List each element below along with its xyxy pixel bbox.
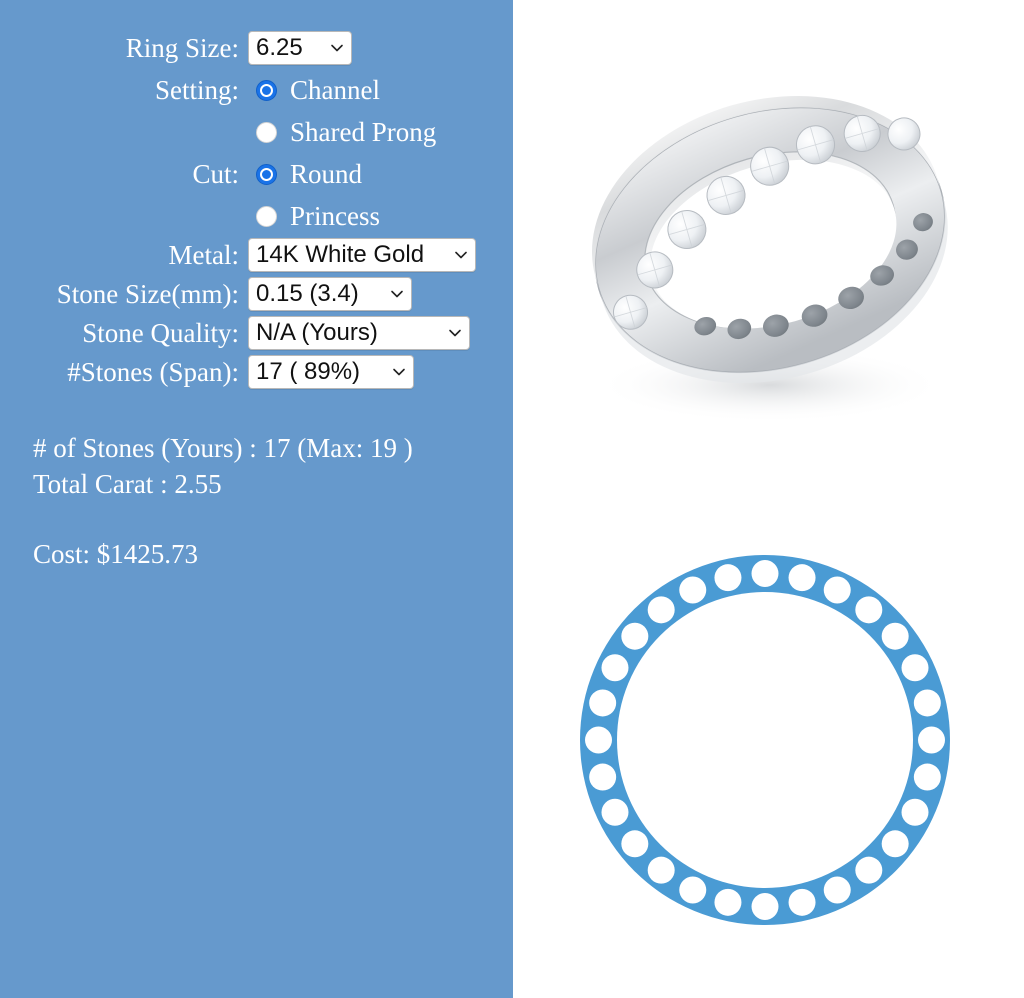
stone-quality-label: Stone Quality: bbox=[82, 318, 239, 348]
stone-size-control: 0.15 (3.4) bbox=[248, 277, 412, 311]
num-stones-select[interactable]: 17 ( 89%) bbox=[248, 355, 414, 389]
diagram-stone-hole bbox=[601, 798, 629, 826]
form-row-cut-princess: Princess bbox=[0, 195, 513, 237]
metal-select[interactable]: 14K White Gold bbox=[248, 238, 476, 272]
diagram-stone-hole bbox=[788, 564, 816, 592]
diagram-stone-hole bbox=[601, 654, 629, 682]
form-row-metal: Metal: 14K White Gold bbox=[0, 237, 513, 273]
chevron-down-icon bbox=[389, 286, 405, 302]
chevron-down-icon bbox=[329, 40, 345, 56]
cut-princess-control[interactable]: Princess bbox=[248, 201, 380, 231]
stone-quality-value: N/A (Yours) bbox=[256, 319, 378, 346]
diagram-stone-hole bbox=[647, 596, 675, 624]
setting-channel-control[interactable]: Channel bbox=[248, 75, 380, 105]
ring-size-value: 6.25 bbox=[256, 34, 303, 61]
stones-count-text: # of Stones (Yours) : 17 (Max: 19 ) bbox=[33, 433, 413, 463]
diagram-stone-hole bbox=[855, 856, 883, 884]
ring-configurator-panel: Ring Size: 6.25 Setting: Channel Shared … bbox=[0, 0, 513, 998]
form-row-num-stones: #Stones (Span): 17 ( 89%) bbox=[0, 354, 513, 390]
ring-diagram-svg bbox=[580, 555, 950, 925]
stone-quality-select[interactable]: N/A (Yours) bbox=[248, 316, 470, 350]
diagram-stone-hole bbox=[647, 856, 675, 884]
stone-quality-control: N/A (Yours) bbox=[248, 316, 470, 350]
radio-unselected-icon-setting-shared-prong[interactable] bbox=[256, 121, 277, 143]
diagram-stone-hole bbox=[585, 726, 612, 754]
diagram-stone-hole bbox=[881, 622, 909, 650]
summary-spacer bbox=[33, 502, 503, 536]
ring-size-label: Ring Size: bbox=[125, 33, 239, 63]
stone-size-select[interactable]: 0.15 (3.4) bbox=[248, 277, 412, 311]
diagram-stone-hole bbox=[918, 726, 945, 754]
form-row-stone-size: Stone Size(mm): 0.15 (3.4) bbox=[0, 276, 513, 312]
num-stones-control: 17 ( 89%) bbox=[248, 355, 414, 389]
chevron-down-icon bbox=[453, 247, 469, 263]
diagram-stone-hole bbox=[913, 763, 941, 791]
diagram-stone-hole bbox=[714, 888, 742, 916]
diagram-stone-hole bbox=[679, 876, 707, 904]
total-carat-text: Total Carat : 2.55 bbox=[33, 469, 222, 499]
cost-text: Cost: $1425.73 bbox=[33, 539, 199, 569]
metal-control: 14K White Gold bbox=[248, 238, 476, 272]
ring-stone-layout-diagram bbox=[560, 535, 970, 945]
diagram-stone-hole bbox=[901, 654, 929, 682]
form-row-setting-channel: Setting: Channel bbox=[0, 69, 513, 111]
cut-label: Cut: bbox=[192, 159, 239, 189]
diagram-stone-hole bbox=[913, 689, 941, 717]
chevron-down-icon bbox=[391, 364, 407, 380]
ring-preview-photo bbox=[520, 55, 1024, 445]
chevron-down-icon bbox=[447, 325, 463, 341]
diagram-stone-hole bbox=[621, 830, 649, 858]
ring-photo-svg bbox=[592, 96, 948, 423]
radio-unselected-icon-cut-princess[interactable] bbox=[256, 205, 277, 227]
ring-size-control: 6.25 bbox=[248, 31, 352, 65]
metal-label: Metal: bbox=[168, 240, 239, 270]
diagram-stone-hole bbox=[788, 888, 816, 916]
configurator-form: Ring Size: 6.25 Setting: Channel Shared … bbox=[0, 30, 513, 393]
diagram-stone-hole bbox=[621, 622, 649, 650]
summary-block: # of Stones (Yours) : 17 (Max: 19 ) Tota… bbox=[33, 430, 503, 572]
diagram-stone-hole bbox=[589, 689, 617, 717]
diagram-stone-hole bbox=[751, 560, 779, 587]
metal-value: 14K White Gold bbox=[256, 241, 425, 268]
form-row-ring-size: Ring Size: 6.25 bbox=[0, 30, 513, 66]
form-row-stone-quality: Stone Quality: N/A (Yours) bbox=[0, 315, 513, 351]
setting-shared-prong-control[interactable]: Shared Prong bbox=[248, 117, 436, 147]
diagram-stone-hole bbox=[751, 893, 779, 920]
radio-selected-icon-setting-channel[interactable] bbox=[256, 79, 277, 101]
diagram-stone-hole bbox=[823, 876, 851, 904]
diagram-stone-hole bbox=[679, 576, 707, 604]
diagram-stone-hole bbox=[881, 830, 909, 858]
num-stones-label: #Stones (Span): bbox=[67, 357, 239, 387]
setting-label: Setting: bbox=[154, 75, 239, 105]
diagram-stone-hole bbox=[901, 798, 929, 826]
cut-princess-label[interactable]: Princess bbox=[277, 201, 380, 231]
cut-round-control[interactable]: Round bbox=[248, 159, 362, 189]
form-row-setting-shared-prong: Shared Prong bbox=[0, 111, 513, 153]
diagram-stone-hole bbox=[823, 576, 851, 604]
radio-selected-icon-cut-round[interactable] bbox=[256, 163, 277, 185]
diagram-stone-hole bbox=[855, 596, 883, 624]
ring-size-select[interactable]: 6.25 bbox=[248, 31, 352, 65]
diagram-inner-circle bbox=[617, 592, 913, 888]
stone-size-label: Stone Size(mm): bbox=[56, 279, 239, 309]
form-row-cut-round: Cut: Round bbox=[0, 153, 513, 195]
num-stones-value: 17 ( 89%) bbox=[256, 358, 361, 385]
setting-channel-label[interactable]: Channel bbox=[277, 75, 380, 105]
diagram-stone-hole bbox=[589, 763, 617, 791]
cut-round-label[interactable]: Round bbox=[277, 159, 362, 189]
diagram-stone-hole bbox=[714, 564, 742, 592]
setting-shared-prong-label[interactable]: Shared Prong bbox=[277, 117, 436, 147]
stone-size-value: 0.15 (3.4) bbox=[256, 280, 359, 307]
